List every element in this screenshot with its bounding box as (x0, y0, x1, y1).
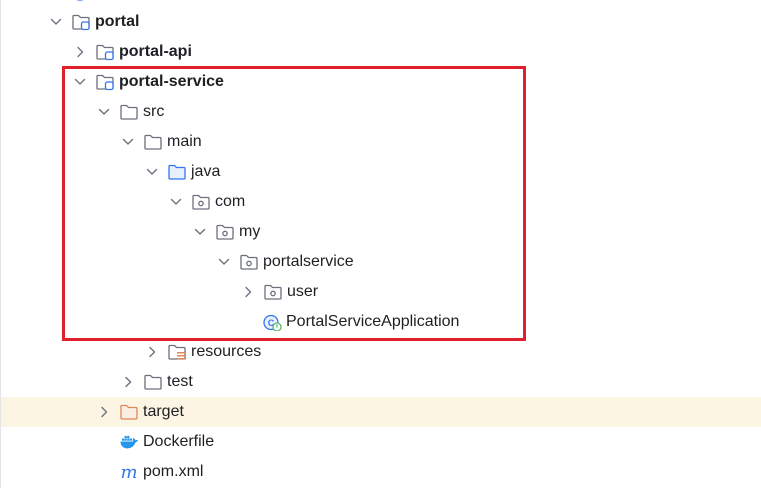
spring-boot-class-icon (262, 313, 282, 331)
tree-item-label: src (143, 103, 165, 120)
tree-item-label: test (167, 373, 193, 390)
tree-item-label: portal-api (119, 43, 192, 60)
tree-item-portal-api[interactable]: portal-api (1, 37, 761, 67)
partial-row-icon (76, 0, 84, 1)
tree-item-label: target (143, 403, 184, 420)
folder-icon (143, 373, 163, 391)
tree-item-src[interactable]: src (1, 97, 761, 127)
tree-item-portal-service-application[interactable]: PortalServiceApplication (1, 307, 761, 337)
module-folder-icon (71, 13, 91, 31)
docker-icon (119, 433, 139, 451)
chevron-right-icon[interactable] (97, 404, 111, 420)
chevron-down-icon[interactable] (97, 104, 111, 120)
module-folder-icon (95, 73, 115, 91)
folder-icon (143, 133, 163, 151)
tree-item-my[interactable]: my (1, 217, 761, 247)
tree-item-label: portal-service (119, 73, 224, 90)
tree-item-pom-xml[interactable]: pom.xml (1, 457, 761, 487)
chevron-down-icon[interactable] (121, 134, 135, 150)
project-tree: portal portal-api portal-service src mai… (0, 0, 761, 488)
tree-item-label: my (239, 223, 261, 240)
chevron-down-icon[interactable] (169, 194, 183, 210)
excluded-folder-icon (119, 403, 139, 421)
folder-icon (119, 103, 139, 121)
tree-item-label: com (215, 193, 246, 210)
package-icon (263, 283, 283, 301)
tree-item-dockerfile[interactable]: Dockerfile (1, 427, 761, 457)
tree-item-user[interactable]: user (1, 277, 761, 307)
tree-item-label: portal (95, 13, 140, 30)
source-root-folder-icon (167, 163, 187, 181)
maven-icon (119, 463, 139, 481)
tree-item-label: java (191, 163, 221, 180)
tree-item-label: Dockerfile (143, 433, 215, 450)
chevron-right-icon[interactable] (121, 374, 135, 390)
resources-folder-icon (167, 343, 187, 361)
tree-item-resources[interactable]: resources (1, 337, 761, 367)
tree-item-portal[interactable]: portal (1, 7, 761, 37)
package-icon (215, 223, 235, 241)
chevron-down-icon[interactable] (193, 224, 207, 240)
tree-item-portal-service[interactable]: portal-service (1, 67, 761, 97)
tree-item-com[interactable]: com (1, 187, 761, 217)
package-icon (239, 253, 259, 271)
chevron-right-icon[interactable] (241, 284, 255, 300)
chevron-right-icon[interactable] (73, 44, 87, 60)
tree-item-test[interactable]: test (1, 367, 761, 397)
module-folder-icon (95, 43, 115, 61)
tree-item-label: user (287, 283, 319, 300)
tree-item-main[interactable]: main (1, 127, 761, 157)
chevron-down-icon[interactable] (217, 254, 231, 270)
tree-item-label: PortalServiceApplication (286, 313, 460, 330)
chevron-down-icon[interactable] (145, 164, 159, 180)
tree-item-label: portalservice (263, 253, 354, 270)
chevron-right-icon[interactable] (145, 344, 159, 360)
package-icon (191, 193, 211, 211)
tree-item-label: resources (191, 343, 262, 360)
tree-item-portalservice[interactable]: portalservice (1, 247, 761, 277)
tree-item-label: pom.xml (143, 463, 204, 480)
tree-item-target[interactable]: target (1, 397, 761, 427)
chevron-down-icon[interactable] (49, 14, 63, 30)
chevron-down-icon[interactable] (73, 74, 87, 90)
tree-item-label: main (167, 133, 202, 150)
tree-item-java[interactable]: java (1, 157, 761, 187)
